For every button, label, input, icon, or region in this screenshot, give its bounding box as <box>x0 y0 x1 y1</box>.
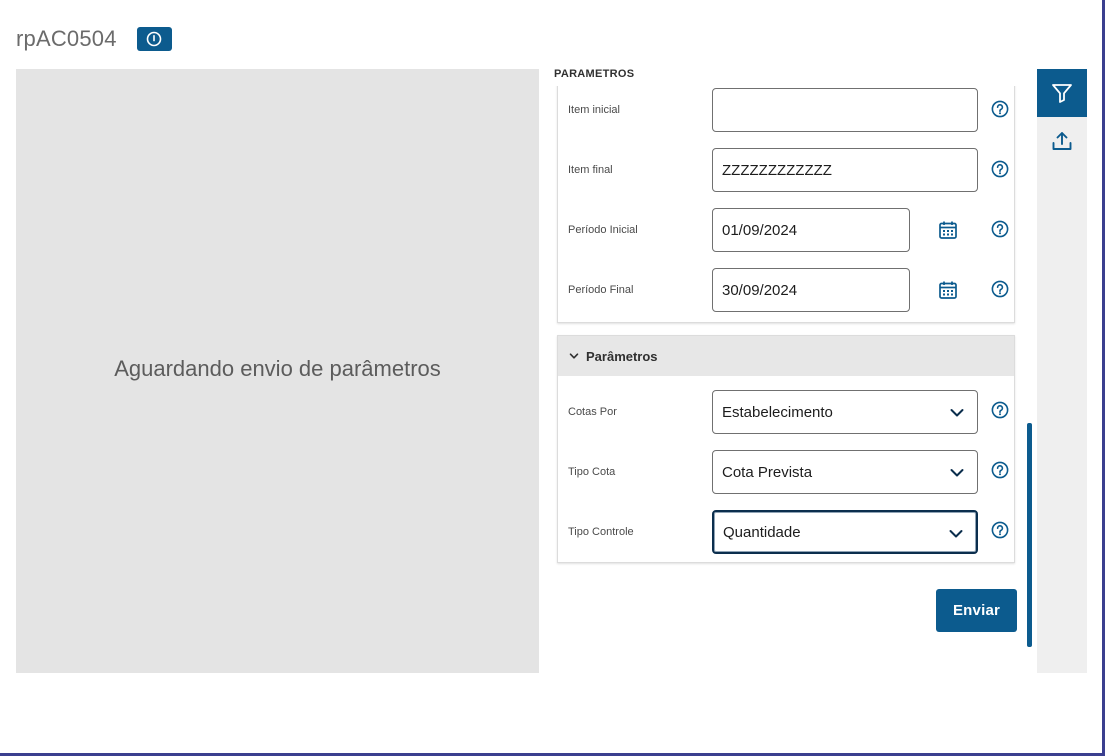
section-header: PARAMETROS <box>549 60 1035 86</box>
scrollbar-thumb[interactable] <box>1027 423 1032 647</box>
periodo-final-input[interactable]: 30/09/2024 <box>712 268 910 312</box>
parametros-group-header[interactable]: Parâmetros <box>558 336 1014 376</box>
upload-button[interactable] <box>1037 125 1087 157</box>
title-bar: rpAC0504 <box>16 24 172 54</box>
parametros-section-label: PARAMETROS <box>554 68 635 80</box>
parametros-group-title: Parâmetros <box>586 348 658 364</box>
item-inicial-input[interactable] <box>712 88 978 132</box>
periodo-final-help-button[interactable] <box>990 279 1010 299</box>
tipo-controle-select[interactable]: Quantidade <box>712 510 978 554</box>
page-title: rpAC0504 <box>16 26 117 51</box>
report-preview-area: Aguardando envio de parâmetros <box>16 69 539 673</box>
parameters-card: Item inicial Item final ZZZZZZZZZZZZ Per… <box>557 60 1015 323</box>
send-button[interactable]: Enviar <box>936 589 1017 632</box>
calendar-icon <box>939 281 957 299</box>
tipo-cota-value: Cota Prevista <box>722 463 813 481</box>
calendar-icon <box>939 221 957 239</box>
periodo-inicial-label: Período Inicial <box>568 224 638 236</box>
item-final-value: ZZZZZZZZZZZZ <box>722 161 832 179</box>
help-icon <box>991 160 1009 178</box>
periodo-inicial-input[interactable]: 01/09/2024 <box>712 208 910 252</box>
filter-icon <box>1052 84 1072 103</box>
help-icon <box>991 100 1009 118</box>
filter-button[interactable] <box>1037 69 1087 117</box>
info-circle-icon <box>146 31 162 47</box>
tipo-cota-label: Tipo Cota <box>568 466 616 478</box>
row-tipo-controle: Tipo Controle Quantidade <box>558 508 1016 556</box>
upload-icon <box>1052 132 1072 150</box>
side-toolbar <box>1037 69 1087 673</box>
help-icon <box>991 461 1009 479</box>
periodo-inicial-help-button[interactable] <box>990 219 1010 239</box>
row-periodo-final: Período Final 30/09/2024 <box>558 266 1016 314</box>
chevron-down-icon <box>949 530 963 538</box>
tipo-controle-help-button[interactable] <box>990 520 1010 540</box>
item-inicial-help-button[interactable] <box>990 99 1010 119</box>
parametros-group-card: Parâmetros Cotas Por Estabelecimento Tip… <box>557 335 1015 563</box>
help-icon <box>991 521 1009 539</box>
chevron-down-icon <box>950 469 964 477</box>
row-periodo-inicial: Período Inicial 01/09/2024 <box>558 206 1016 254</box>
periodo-final-calendar-button[interactable] <box>936 278 960 302</box>
tipo-controle-value: Quantidade <box>723 523 801 541</box>
chevron-down-icon <box>950 409 964 417</box>
item-final-input[interactable]: ZZZZZZZZZZZZ <box>712 148 978 192</box>
periodo-final-value: 30/09/2024 <box>722 281 798 299</box>
tipo-controle-label: Tipo Controle <box>568 526 634 538</box>
tipo-cota-help-button[interactable] <box>990 460 1010 480</box>
help-icon <box>991 280 1009 298</box>
row-item-inicial: Item inicial <box>558 86 1016 134</box>
item-final-label: Item final <box>568 164 613 176</box>
item-inicial-label: Item inicial <box>568 104 620 116</box>
help-icon <box>991 220 1009 238</box>
chevron-down-icon <box>569 353 579 359</box>
item-final-help-button[interactable] <box>990 159 1010 179</box>
cotas-por-label: Cotas Por <box>568 406 617 418</box>
periodo-inicial-calendar-button[interactable] <box>936 218 960 242</box>
periodo-final-label: Período Final <box>568 284 634 296</box>
preview-message: Aguardando envio de parâmetros <box>114 356 441 381</box>
cotas-por-help-button[interactable] <box>990 400 1010 420</box>
row-cotas-por: Cotas Por Estabelecimento <box>558 388 1016 436</box>
tipo-cota-select[interactable]: Cota Prevista <box>712 450 978 494</box>
help-icon <box>991 401 1009 419</box>
cotas-por-select[interactable]: Estabelecimento <box>712 390 978 434</box>
cotas-por-value: Estabelecimento <box>722 403 833 421</box>
row-tipo-cota: Tipo Cota Cota Prevista <box>558 448 1016 496</box>
info-button[interactable] <box>136 27 172 51</box>
row-item-final: Item final ZZZZZZZZZZZZ <box>558 146 1016 194</box>
parameters-panel[interactable]: Item inicial Item final ZZZZZZZZZZZZ Per… <box>549 60 1035 670</box>
periodo-inicial-value: 01/09/2024 <box>722 221 798 239</box>
